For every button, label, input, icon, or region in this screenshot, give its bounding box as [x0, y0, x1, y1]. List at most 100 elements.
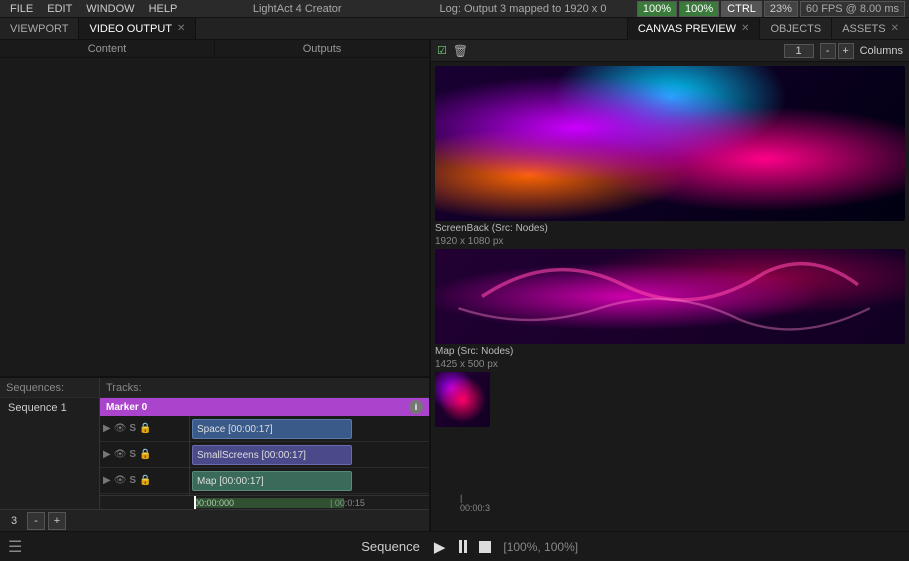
tabs-row: VIEWPORT VIDEO OUTPUT ✕ CANVAS PREVIEW ✕…: [0, 18, 909, 40]
menu-right: 100% 100% CTRL 23% 60 FPS @ 8.00 ms: [637, 1, 905, 17]
node-editor: Content Outputs: [0, 40, 429, 376]
clip-row-2: SmallScreens [00:00:17]: [190, 442, 429, 468]
tab-assets-close[interactable]: ✕: [891, 23, 899, 34]
zoom1-badge: 100%: [637, 1, 677, 17]
clip-row-3: Map [00:00:17]: [190, 468, 429, 494]
thumb-map[interactable]: Map (Src: Nodes) 1425 x 500 px: [435, 249, 905, 370]
thumb-map-size: 1425 x 500 px: [435, 359, 905, 370]
track-control-2: ▶ 👁 S 🔒: [100, 442, 189, 468]
main-area: Content Outputs: [0, 40, 909, 531]
thumb-map-label: Map (Src: Nodes): [435, 346, 905, 357]
menu-window[interactable]: WINDOW: [80, 0, 140, 18]
tab-video-output-close[interactable]: ✕: [177, 23, 185, 34]
timeline-body: Sequence 1 Marker 0 i: [0, 398, 429, 509]
outputs-label: Outputs: [215, 40, 429, 57]
track-play-2[interactable]: ▶: [103, 449, 111, 460]
cp-delete-icon[interactable]: 🗑: [453, 44, 468, 58]
canvas-preview-toolbar: ☑ 🗑 - + Columns: [431, 40, 909, 62]
cp-col-num[interactable]: [784, 44, 814, 58]
canvas-preview-panel: ☑ 🗑 - + Columns ScreenBack (Src: Nodes) …: [430, 40, 909, 531]
thumb-map-image: [435, 249, 905, 344]
thumbnail-grid: ScreenBack (Src: Nodes) 1920 x 1080 px M…: [431, 62, 909, 531]
time-30: | 00:00:3: [460, 493, 490, 513]
log-text: Log: Output 3 mapped to 1920 x 0: [411, 3, 635, 15]
track-lock-1[interactable]: 🔒: [139, 423, 151, 434]
track-rows: ▶ 👁 S 🔒 ▶ 👁 S 🔒: [100, 416, 429, 495]
menu-file[interactable]: FILE: [4, 0, 39, 18]
cp-columns-label: Columns: [860, 45, 903, 57]
clip-area: Space [00:00:17] SmallScreens [00:00:17]…: [190, 416, 429, 495]
timeline-section: Sequences: Tracks: Sequence 1 Marker 0 i: [0, 376, 429, 531]
track-remove-btn[interactable]: -: [27, 512, 45, 530]
fps-info: [100%, 100%]: [503, 540, 578, 554]
tab-objects[interactable]: OBJECTS: [759, 18, 831, 40]
thumb-screenback-label: ScreenBack (Src: Nodes): [435, 223, 905, 234]
playback-controls: Sequence ▶ [100%, 100%]: [30, 536, 909, 558]
sequence-label: Sequence: [361, 539, 420, 554]
sequence-1-item[interactable]: Sequence 1: [0, 398, 99, 418]
clip-map[interactable]: Map [00:00:17]: [192, 471, 352, 491]
tab-canvas-preview[interactable]: CANVAS PREVIEW ✕: [627, 18, 760, 40]
timeline-header: Sequences: Tracks:: [0, 378, 429, 398]
pause-button[interactable]: [459, 540, 467, 553]
timeline-info-btn[interactable]: i: [409, 400, 423, 414]
green-region: [194, 498, 344, 508]
marker-label: Marker 0: [106, 402, 147, 413]
track-s-3[interactable]: S: [129, 475, 136, 486]
node-editor-header: Content Outputs: [0, 40, 429, 58]
menu-edit[interactable]: EDIT: [41, 0, 78, 18]
clip-space[interactable]: Space [00:00:17]: [192, 419, 352, 439]
track-lock-2[interactable]: 🔒: [139, 449, 151, 460]
app-title: LightAct 4 Creator: [185, 3, 409, 15]
track-control-1: ▶ 👁 S 🔒: [100, 416, 189, 442]
cp-check-icon: ☑: [437, 44, 447, 57]
track-play-1[interactable]: ▶: [103, 423, 111, 434]
playhead: [194, 496, 196, 509]
thumb-small-image: [435, 372, 905, 427]
track-lock-3[interactable]: 🔒: [139, 475, 151, 486]
tab-assets[interactable]: ASSETS ✕: [831, 18, 909, 40]
track-count: 3: [4, 515, 24, 527]
cp-plus-minus: - +: [820, 43, 854, 59]
track-s-2[interactable]: S: [129, 449, 136, 460]
menu-help[interactable]: HELP: [143, 0, 184, 18]
tab-viewport[interactable]: VIEWPORT: [0, 18, 79, 39]
track-eye-2[interactable]: 👁: [114, 449, 127, 460]
clip-row-1: Space [00:00:17]: [190, 416, 429, 442]
hamburger-icon[interactable]: ☰: [0, 537, 30, 557]
track-play-3[interactable]: ▶: [103, 475, 111, 486]
track-controls-col: ▶ 👁 S 🔒 ▶ 👁 S 🔒: [100, 416, 190, 495]
timeline-ruler-bar: Marker 0 i: [100, 398, 429, 416]
timeline-bottom: 3 - +: [0, 509, 429, 531]
track-control-3: ▶ 👁 S 🔒: [100, 468, 189, 494]
ctrl-badge: CTRL: [721, 1, 762, 17]
left-panel: Content Outputs: [0, 40, 430, 531]
tracks-main: Marker 0 i ▶ 👁 S 🔒: [100, 398, 429, 509]
content-label: Content: [0, 40, 215, 57]
tab-canvas-preview-close[interactable]: ✕: [741, 23, 749, 34]
clip-smallscreens[interactable]: SmallScreens [00:00:17]: [192, 445, 352, 465]
track-eye-1[interactable]: 👁: [114, 423, 127, 434]
time-ruler: 00:00:000 | 00:0:15 | 00:00:3: [100, 495, 429, 509]
tab-video-output[interactable]: VIDEO OUTPUT ✕: [79, 18, 196, 39]
thumb-screenback-size: 1920 x 1080 px: [435, 236, 905, 247]
sequences-col: Sequence 1: [0, 398, 100, 509]
zoom2-badge: 100%: [679, 1, 719, 17]
fps-badge: 60 FPS @ 8.00 ms: [800, 1, 905, 17]
track-add-btn[interactable]: +: [48, 512, 66, 530]
track-s-1[interactable]: S: [129, 423, 136, 434]
stop-button[interactable]: [479, 541, 491, 553]
playback-bar: ☰ Sequence ▶ [100%, 100%]: [0, 531, 909, 561]
sequences-header: Sequences:: [0, 378, 100, 397]
menu-bar: FILE EDIT WINDOW HELP LightAct 4 Creator…: [0, 0, 909, 18]
play-button[interactable]: ▶: [432, 536, 448, 558]
thumb-screenback-image: [435, 66, 905, 221]
cp-minus-btn[interactable]: -: [820, 43, 836, 59]
cp-plus-btn[interactable]: +: [838, 43, 854, 59]
perf-badge: 23%: [764, 1, 798, 17]
thumb-screenback[interactable]: ScreenBack (Src: Nodes) 1920 x 1080 px: [435, 66, 905, 247]
tracks-header: Tracks:: [100, 378, 148, 397]
track-eye-3[interactable]: 👁: [114, 475, 127, 486]
thumb-small[interactable]: [435, 372, 905, 427]
tabs-right: CANVAS PREVIEW ✕ OBJECTS ASSETS ✕: [627, 18, 909, 39]
